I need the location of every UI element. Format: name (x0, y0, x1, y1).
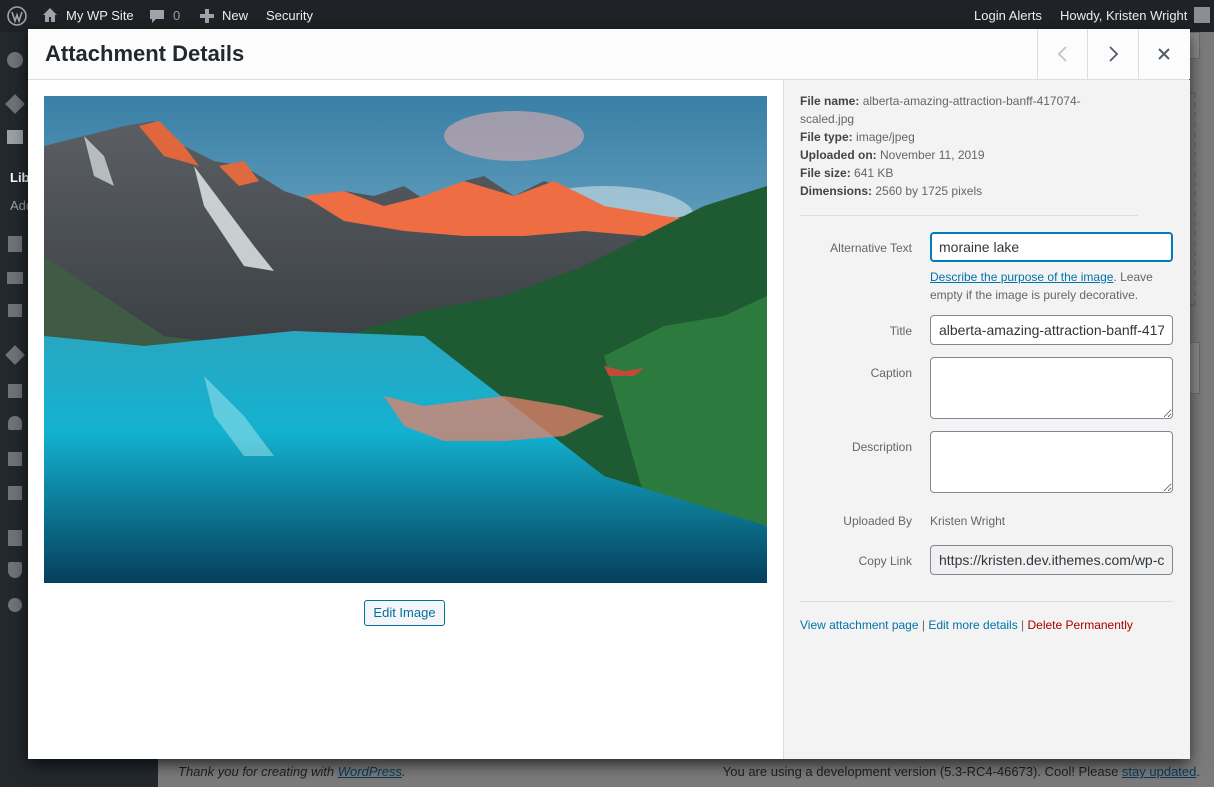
mail-icon[interactable] (7, 272, 23, 284)
description-textarea[interactable] (930, 431, 1173, 493)
collapse-menu-icon[interactable] (8, 598, 22, 612)
copy-link-input[interactable] (930, 545, 1173, 575)
dimensions-label: Dimensions: (800, 184, 873, 198)
menu-library[interactable]: Lib (10, 170, 28, 185)
login-alerts-link[interactable]: Login Alerts (974, 0, 1042, 32)
home-icon[interactable] (42, 7, 58, 23)
appearance-icon[interactable] (5, 345, 25, 365)
edit-more-details-link[interactable]: Edit more details (928, 618, 1017, 632)
pin-icon[interactable] (5, 94, 25, 114)
next-button[interactable] (1087, 29, 1138, 79)
uploaded-by-value: Kristen Wright (930, 514, 1006, 528)
alt-text-input[interactable] (930, 232, 1173, 262)
describe-purpose-link[interactable]: Describe the purpose of the image (930, 270, 1113, 284)
file-info: File name: alberta-amazing-attraction-ba… (800, 92, 1100, 200)
media-icon[interactable] (7, 130, 23, 144)
file-name-row: File name: alberta-amazing-attraction-ba… (800, 92, 1100, 128)
menu-add-new[interactable]: Add (10, 198, 28, 213)
footer-version-text: You are using a development version (5.3… (722, 764, 1122, 779)
file-name-label: File name: (800, 94, 860, 108)
view-attachment-link[interactable]: View attachment page (800, 618, 919, 632)
title-input[interactable] (930, 315, 1173, 345)
caption-textarea[interactable] (930, 357, 1173, 419)
comments-count[interactable]: 0 (173, 0, 180, 32)
uploaded-on-row: Uploaded on: November 11, 2019 (800, 146, 1100, 164)
howdy-user-link[interactable]: Howdy, Kristen Wright (1060, 0, 1187, 32)
caption-label: Caption (870, 366, 912, 380)
uploaded-on-label: Uploaded on: (800, 148, 877, 162)
security-link[interactable]: Security (266, 0, 313, 32)
dimensions-value: 2560 by 1725 pixels (875, 184, 983, 198)
avatar[interactable] (1194, 7, 1210, 23)
attachment-sidebar: File name: alberta-amazing-attraction-ba… (783, 80, 1190, 759)
footer-version-suffix: . (1196, 764, 1200, 779)
dashboard-icon[interactable] (7, 52, 23, 68)
divider (800, 601, 1173, 602)
footer-version: You are using a development version (5.3… (723, 764, 1200, 779)
dimensions-row: Dimensions: 2560 by 1725 pixels (800, 182, 1100, 200)
title-label: Title (889, 324, 912, 338)
file-size-label: File size: (800, 166, 851, 180)
edit-image-button[interactable]: Edit Image (364, 600, 445, 626)
alt-text-help: Describe the purpose of the image. Leave… (930, 268, 1170, 304)
plugins-icon[interactable] (8, 384, 22, 398)
image-preview-area: Edit Image (28, 80, 783, 759)
comments-icon[interactable] (8, 304, 22, 317)
file-type-value: image/jpeg (856, 130, 915, 144)
alt-text-label: Alternative Text (830, 241, 912, 255)
stay-updated-link[interactable]: stay updated (1122, 764, 1196, 779)
file-size-row: File size: 641 KB (800, 164, 1100, 182)
file-type-label: File type: (800, 130, 853, 144)
chevron-right-icon (1109, 46, 1119, 62)
shield-icon[interactable] (8, 562, 22, 578)
copy-link-label: Copy Link (858, 554, 912, 568)
wordpress-logo-icon[interactable] (7, 6, 27, 26)
file-size-value: 641 KB (854, 166, 894, 180)
actions-separator: | (1017, 618, 1028, 632)
tools-icon[interactable] (8, 452, 22, 466)
modal-header: Attachment Details (28, 29, 1190, 80)
chevron-left-icon (1057, 46, 1067, 62)
security-icon[interactable] (8, 530, 22, 546)
divider (800, 215, 1138, 216)
modal-title: Attachment Details (45, 41, 245, 66)
new-content-link[interactable]: New (222, 0, 248, 32)
users-icon[interactable] (8, 416, 22, 430)
admin-footer: Thank you for creating with WordPress. Y… (158, 758, 1214, 787)
attachment-details-modal: Attachment Details Edit Image File name:… (28, 29, 1190, 759)
comment-bubble-icon[interactable] (149, 8, 165, 24)
attachment-actions: View attachment page | Edit more details… (800, 618, 1133, 632)
admin-menu: Lib Add (0, 32, 28, 787)
previous-button[interactable] (1037, 29, 1088, 79)
site-name-link[interactable]: My WP Site (66, 0, 134, 32)
close-button[interactable] (1138, 29, 1190, 79)
actions-separator: | (918, 618, 929, 632)
plus-icon[interactable] (199, 8, 215, 24)
file-type-row: File type: image/jpeg (800, 128, 1100, 146)
footer-thanks-suffix: . (402, 764, 406, 779)
footer-thanks-text: Thank you for creating with (178, 764, 338, 779)
description-label: Description (851, 440, 912, 454)
pages-icon[interactable] (8, 236, 22, 252)
delete-permanently-link[interactable]: Delete Permanently (1028, 618, 1133, 632)
wordpress-link[interactable]: WordPress (338, 764, 402, 779)
settings-icon[interactable] (8, 486, 22, 500)
footer-thanks: Thank you for creating with WordPress. (178, 764, 406, 779)
uploaded-by-label: Uploaded By (843, 514, 912, 528)
attachment-image (44, 96, 767, 583)
admin-bar: My WP Site 0 New Security Login Alerts H… (0, 0, 1214, 32)
close-icon (1158, 48, 1170, 60)
uploaded-on-value: November 11, 2019 (880, 148, 985, 162)
